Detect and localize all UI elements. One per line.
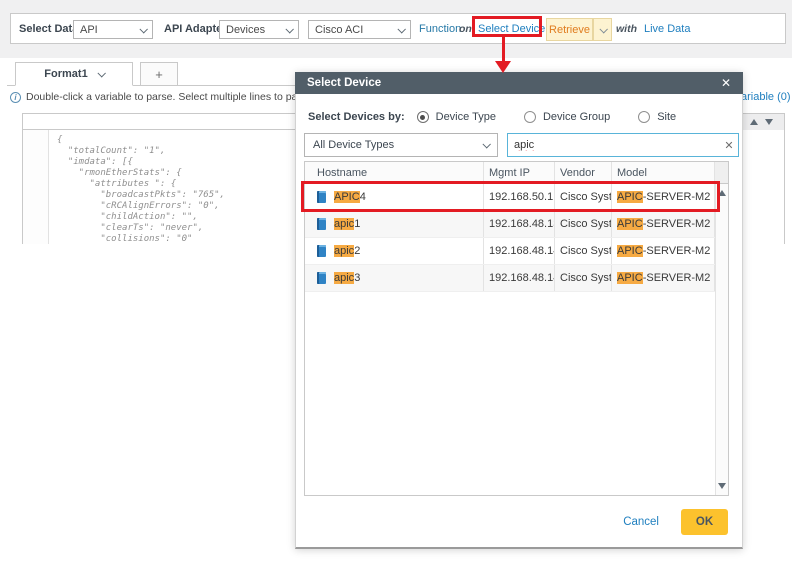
chevron-down-icon — [139, 25, 147, 33]
tab-format1[interactable]: Format1 — [15, 62, 133, 86]
vendor-text: Cisco Syst... — [555, 265, 612, 291]
chevron-down-icon — [599, 25, 607, 33]
hostname-text: apic2 — [334, 245, 360, 257]
code-gutter — [23, 130, 49, 244]
select-by-label: Select Devices by: — [308, 111, 405, 123]
device-row-apic2[interactable]: apic2 192.168.48.145 Cisco Syst... APIC-… — [305, 238, 728, 265]
select-device-dialog: Select Device ✕ Select Devices by: Devic… — [295, 72, 743, 549]
retrieve-button[interactable]: Retrieve — [546, 18, 593, 41]
select-data-dropdown[interactable]: API — [73, 20, 153, 39]
device-row-apic1[interactable]: apic1 192.168.48.135 Cisco Syst... APIC-… — [305, 211, 728, 238]
hostname-text: apic1 — [334, 218, 360, 230]
hostname-text: APIC4 — [334, 191, 366, 203]
device-row-apic4[interactable]: APIC4 192.168.50.1 Cisco Syst... APIC-SE… — [305, 184, 728, 211]
chevron-down-icon — [97, 69, 105, 77]
radio-device-group-label: Device Group — [543, 111, 610, 123]
radio-icon[interactable] — [524, 111, 536, 123]
api-adapter-dropdown[interactable]: Devices — [219, 20, 299, 39]
annotation-arrow-head — [495, 61, 511, 73]
app-canvas: Select Data: API API Adapter: Devices Ci… — [0, 0, 792, 563]
scrollbar-header-cell — [715, 162, 728, 183]
mgmt-ip-text: 192.168.48.135 — [484, 211, 555, 237]
ok-button[interactable]: OK — [681, 509, 728, 535]
info-icon: i — [10, 92, 21, 103]
vendor-text: Cisco Syst... — [555, 211, 612, 237]
json-response-text[interactable]: { "totalCount": "1", "imdata": [{ "rmonE… — [57, 135, 225, 244]
tab-format1-label: Format1 — [44, 68, 87, 80]
column-model[interactable]: Model — [612, 162, 715, 183]
radio-site[interactable]: Site — [638, 111, 676, 123]
adapter-type-dropdown[interactable]: Cisco ACI — [308, 20, 411, 39]
radio-selected-icon[interactable] — [417, 111, 429, 123]
vendor-text: Cisco Syst... — [555, 238, 612, 264]
radio-site-label: Site — [657, 111, 676, 123]
api-adapter-value: Devices — [226, 24, 265, 36]
device-type-filter-dropdown[interactable]: All Device Types — [304, 133, 498, 157]
variable-count-link[interactable]: ariable (0) — [741, 91, 791, 103]
model-text: APIC-SERVER-M2 — [612, 238, 715, 264]
device-table-header: Hostname Mgmt IP Vendor Model — [305, 162, 728, 184]
radio-icon[interactable] — [638, 111, 650, 123]
annotation-arrow-line — [502, 36, 505, 62]
chevron-down-icon — [285, 25, 293, 33]
device-icon — [317, 245, 326, 257]
column-mgmt-ip[interactable]: Mgmt IP — [484, 162, 555, 183]
model-text: APIC-SERVER-M2 — [612, 211, 715, 237]
close-icon[interactable]: ✕ — [721, 76, 731, 90]
retrieve-dropdown-button[interactable] — [593, 18, 612, 41]
model-text: APIC-SERVER-M2 — [612, 265, 715, 291]
mgmt-ip-text: 192.168.48.146 — [484, 265, 555, 291]
column-vendor[interactable]: Vendor — [555, 162, 612, 183]
device-icon — [317, 191, 326, 203]
scroll-down-icon[interactable] — [718, 483, 726, 489]
column-hostname[interactable]: Hostname — [305, 162, 484, 183]
adapter-type-value: Cisco ACI — [315, 24, 363, 36]
chevron-down-icon — [397, 25, 405, 33]
mgmt-ip-text: 192.168.48.145 — [484, 238, 555, 264]
retrieve-label: Retrieve — [549, 24, 590, 36]
mgmt-ip-text: 192.168.50.1 — [484, 184, 555, 210]
add-tab-label: + — [155, 67, 163, 82]
device-icon — [317, 272, 326, 284]
radio-device-group[interactable]: Device Group — [524, 111, 610, 123]
add-format-tab[interactable]: + — [140, 62, 178, 86]
device-icon — [317, 218, 326, 230]
dialog-title: Select Device — [307, 77, 381, 89]
data-source-toolbar: Select Data: API API Adapter: Devices Ci… — [10, 13, 786, 44]
vendor-text: Cisco Syst... — [555, 184, 612, 210]
hostname-text: apic3 — [334, 272, 360, 284]
device-table: Hostname Mgmt IP Vendor Model APIC4 192.… — [304, 161, 729, 496]
select-by-row: Select Devices by: Device Type Device Gr… — [308, 111, 704, 123]
device-search-input[interactable] — [508, 139, 720, 151]
dialog-header: Select Device ✕ — [295, 72, 743, 94]
clear-search-icon[interactable]: ✕ — [720, 139, 738, 152]
live-data-link[interactable]: Live Data — [644, 23, 690, 35]
radio-device-type[interactable]: Device Type — [417, 111, 496, 123]
device-row-apic3[interactable]: apic3 192.168.48.146 Cisco Syst... APIC-… — [305, 265, 728, 292]
sort-controls — [738, 114, 784, 130]
table-scrollbar[interactable] — [715, 184, 728, 495]
chevron-down-icon — [482, 140, 490, 148]
sort-up-icon[interactable] — [750, 119, 758, 125]
function-link[interactable]: Function — [419, 23, 461, 35]
radio-device-type-label: Device Type — [436, 111, 496, 123]
select-data-value: API — [80, 24, 98, 36]
scroll-up-icon[interactable] — [718, 190, 726, 196]
sort-down-icon[interactable] — [765, 119, 773, 125]
on-label: on — [459, 23, 472, 35]
cancel-button[interactable]: Cancel — [623, 516, 659, 528]
with-label: with — [616, 23, 637, 35]
dialog-footer: Cancel OK — [623, 509, 728, 535]
device-search-box: ✕ — [507, 133, 739, 157]
model-text: APIC-SERVER-M2 — [612, 184, 715, 210]
device-type-filter-value: All Device Types — [313, 139, 394, 151]
annotation-box-select-device — [472, 16, 542, 37]
